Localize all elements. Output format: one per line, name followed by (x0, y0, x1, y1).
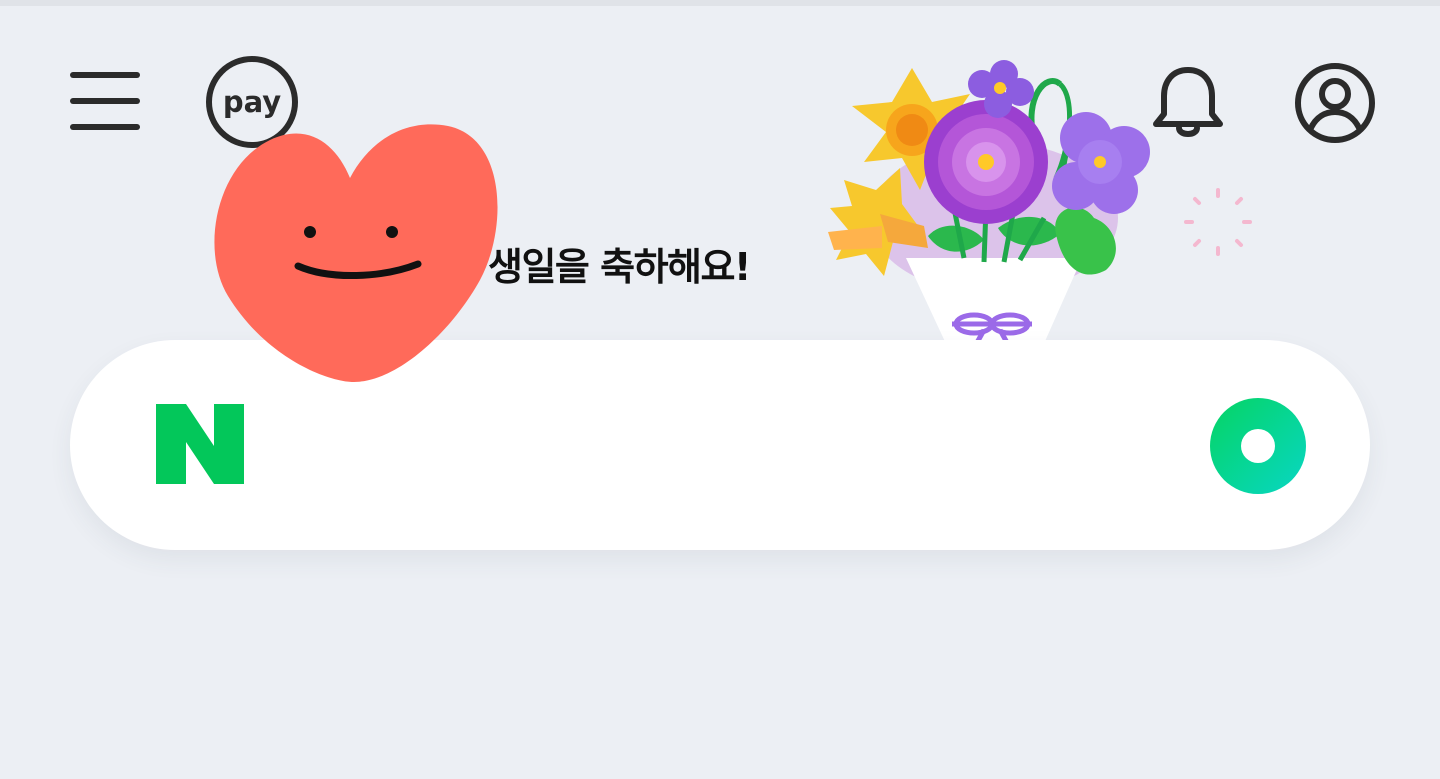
birthday-greeting: 생일을 축하해요! (488, 245, 751, 289)
hamburger-menu-icon (70, 72, 140, 130)
smiling-heart (210, 120, 502, 390)
search-input[interactable] (280, 400, 1184, 492)
naver-main-page: pay 생일을 축하해요! (0, 0, 1440, 779)
user-profile-icon (1295, 63, 1375, 143)
sparkle-decoration (1180, 184, 1256, 260)
profile-button[interactable] (1292, 60, 1378, 146)
sparkle-icon (1184, 188, 1252, 256)
green-dot-lens-icon[interactable] (1208, 396, 1308, 496)
smiling-heart-icon (214, 124, 498, 382)
menu-button[interactable] (66, 68, 144, 134)
status-bar-edge (0, 0, 1440, 6)
birthday-bouquet (824, 58, 1170, 358)
naver-n-logo[interactable]: N (156, 404, 244, 484)
flower-bouquet-icon (828, 60, 1150, 350)
pay-label: pay (223, 85, 281, 119)
